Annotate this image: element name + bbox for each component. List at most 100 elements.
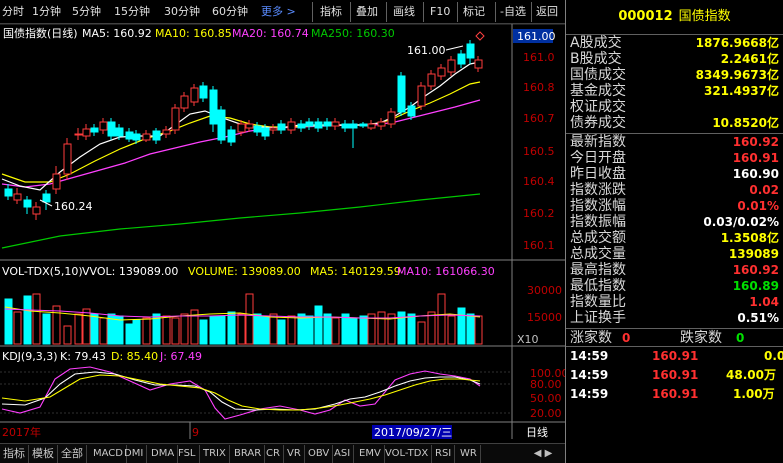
candle-body [466, 43, 475, 59]
volume-bar [162, 315, 171, 345]
indicator-button[interactable]: 指标 [320, 0, 342, 24]
tick-list: 14:59 160.91 0.0 14:59 160.91 48.00万 14:59 16… [566, 346, 783, 404]
volume-bar [447, 315, 456, 345]
volume-bar [377, 311, 386, 345]
period-tab-timeshare[interactable]: 分时 [2, 0, 24, 24]
volume-bar [437, 293, 446, 345]
period-tab-1min[interactable]: 1分钟 [32, 0, 61, 24]
chart-area[interactable]: 国债指数(日线) MA5: 160.92 MA10: 160.85 MA20: … [0, 23, 569, 439]
tab-wr[interactable]: WR [457, 445, 481, 463]
turnover-label: 债券成交 [570, 115, 626, 131]
volume-bar [180, 313, 189, 345]
tab-vol-tdx[interactable]: VOL-TDX [382, 445, 433, 463]
stat-value: 160.92 [732, 263, 779, 277]
candle-body [245, 123, 254, 129]
candle-body [427, 73, 436, 87]
f10-button[interactable]: F10 [430, 0, 450, 24]
candle-body [217, 109, 226, 141]
tab-rsi[interactable]: RSI [432, 445, 456, 463]
toolbar-divider [350, 2, 351, 22]
volume-bar [427, 311, 436, 345]
candle-body [152, 130, 161, 141]
volume-bar [277, 319, 286, 345]
tab-trix[interactable]: TRIX [200, 445, 230, 463]
volume-bar [13, 311, 22, 345]
overlay-button[interactable]: 叠加 [356, 0, 378, 24]
timeline-month: 9 [192, 426, 199, 439]
tab-emv[interactable]: EMV [356, 445, 385, 463]
tab-indicator[interactable]: 指标 [0, 445, 29, 463]
candle-body [227, 129, 236, 143]
tab-dma[interactable]: DMA [148, 445, 179, 463]
candle-body [13, 193, 22, 201]
stat-label: 总成交额 [570, 230, 626, 246]
stat-value: 0.03/0.02% [703, 215, 779, 229]
tab-dmi[interactable]: DMI [121, 445, 148, 463]
panel-header: 000012 国债指数 [566, 0, 783, 34]
candle-body [42, 193, 51, 203]
period-label[interactable]: 日线 [526, 425, 548, 439]
price-tick: 160.2 [523, 207, 555, 220]
volume-bar [227, 311, 236, 345]
stat-row: 总成交额 1.3508亿 [566, 230, 783, 246]
down-count-label: 跌家数 [680, 330, 722, 346]
tab-scroll-arrows[interactable]: ◀ ▶ [521, 445, 565, 463]
period-tab-5min[interactable]: 5分钟 [72, 0, 101, 24]
volume-bar [349, 317, 358, 345]
toolbar-divider [495, 2, 496, 22]
kdj-title: KDJ(9,3,3) [2, 350, 58, 363]
volume-bar [297, 313, 306, 345]
candle-body [349, 123, 358, 129]
remove-watchlist-button[interactable]: -自选 [500, 0, 526, 24]
turnover-row: 债券成交 10.8520亿 [566, 115, 783, 131]
candle-body [237, 123, 246, 133]
turnover-label: A股成交 [570, 35, 622, 51]
tick-price: 160.91 [652, 368, 699, 382]
chart-svg[interactable]: 国债指数(日线) MA5: 160.92 MA10: 160.85 MA20: … [0, 23, 569, 439]
candle-body [132, 133, 141, 141]
period-tab-60min[interactable]: 60分钟 [212, 0, 248, 24]
candle-body [305, 121, 314, 127]
period-tab-30min[interactable]: 30分钟 [164, 0, 200, 24]
period-tab-15min[interactable]: 15分钟 [114, 0, 150, 24]
stat-row: 指数量比 1.04 [566, 294, 783, 310]
tab-template[interactable]: 模板 [29, 445, 58, 463]
kdj-tick: 20.00 [530, 407, 562, 420]
stat-label: 最新指数 [570, 134, 626, 150]
low-price-label: 160.24 [54, 200, 93, 213]
candle-body [115, 127, 124, 137]
volume-tick: 15000 [527, 311, 562, 324]
tab-asi[interactable]: ASI [331, 445, 355, 463]
draw-line-button[interactable]: 画线 [393, 0, 415, 24]
stat-value: 160.89 [732, 279, 779, 293]
volume-bars [4, 293, 483, 345]
volume-bar [82, 308, 91, 345]
volume-bar [314, 305, 323, 345]
tab-vr[interactable]: VR [284, 445, 305, 463]
stat-row: 今日开盘 160.91 [566, 150, 783, 166]
tab-obv[interactable]: OBV [305, 445, 334, 463]
more-periods-button[interactable]: 更多 > [261, 0, 296, 24]
turnover-label: 基金成交 [570, 83, 626, 99]
tab-brar[interactable]: BRAR [231, 445, 266, 463]
candle-body [190, 87, 199, 103]
tab-fsl[interactable]: FSL [175, 445, 200, 463]
stat-value: 1.04 [749, 295, 779, 309]
toolbar-divider [423, 2, 424, 22]
candle-body [314, 121, 323, 129]
turnover-row: B股成交 2.2461亿 [566, 51, 783, 67]
candle-body [52, 173, 61, 190]
tab-cr[interactable]: CR [263, 445, 284, 463]
candle-body [387, 111, 396, 125]
toolbar-divider [312, 2, 313, 22]
stat-row: 总成交量 139089 [566, 246, 783, 262]
tick-price: 160.91 [652, 349, 699, 363]
stat-row: 指数振幅 0.03/0.02% [566, 214, 783, 230]
tab-all[interactable]: 全部 [58, 445, 87, 463]
back-button[interactable]: 返回 [536, 0, 558, 24]
mark-button[interactable]: 标记 [463, 0, 485, 24]
stats-section: 最新指数 160.92 今日开盘 160.91 昨日收盘 160.90 指数涨跌 0.02 指数… [566, 133, 783, 326]
tick-row: 14:59 160.91 0.0 [566, 347, 783, 366]
price-tick: 160.7 [523, 112, 555, 125]
candle-body [474, 59, 483, 69]
